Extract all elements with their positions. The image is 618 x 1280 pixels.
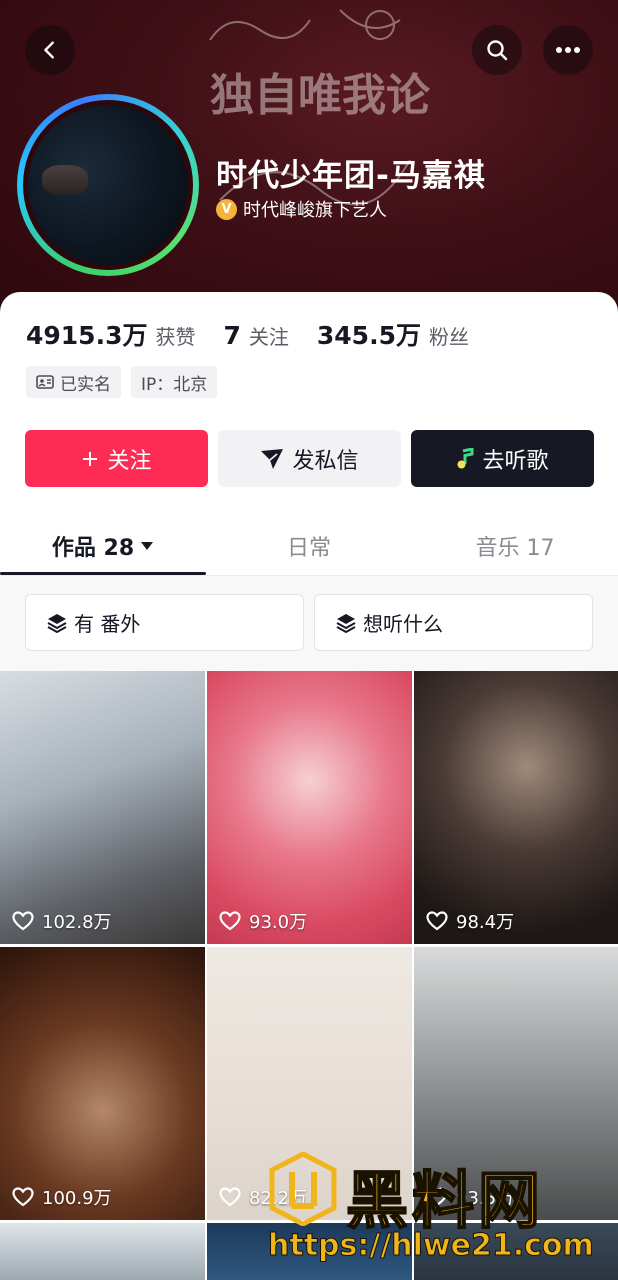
video-likes: 93.0万 (219, 908, 307, 934)
collection-chip-extras-label: 有 番外 (74, 612, 141, 636)
heart-icon (426, 911, 448, 931)
video-likes-count: 98.4万 (456, 912, 515, 933)
collection-chip-listen-label: 想听什么 (363, 612, 443, 636)
video-tile[interactable]: 93.0万 (207, 671, 412, 944)
heart-icon (12, 1187, 34, 1207)
video-tile[interactable] (0, 1223, 205, 1280)
profile-card: 4915.3万 获赞 7 关注 345.5万 粉丝 已实名 IP：北京 关注 发… (0, 292, 618, 1280)
video-likes: 100.9万 (12, 1184, 112, 1210)
music-note-icon (457, 447, 474, 468)
plus-icon (83, 451, 98, 466)
follow-button-label: 关注 (107, 448, 152, 474)
listen-music-button[interactable]: 去听歌 (411, 430, 594, 487)
profile-name: 时代少年团-马嘉祺 (216, 158, 486, 194)
heart-icon (219, 1187, 241, 1207)
followers-label[interactable]: 粉丝 (429, 321, 469, 350)
message-button[interactable]: 发私信 (218, 430, 401, 487)
heart-icon (12, 911, 34, 931)
video-tile[interactable]: 98.4万 (414, 671, 618, 944)
avatar-image (42, 165, 88, 195)
collection-chip-extras[interactable]: 有 番外 (25, 594, 304, 651)
likes-label: 获赞 (155, 325, 196, 349)
banner-art-text: 独自唯我论 (210, 70, 430, 121)
video-likes-count: 102.8万 (42, 912, 112, 933)
layers-icon (47, 613, 67, 633)
search-button[interactable] (472, 25, 522, 75)
profile-banner: 独自唯我论 时代少年团-马嘉祺 V 时代峰峻旗下艺人 (0, 0, 618, 320)
action-buttons: 关注 发私信 去听歌 (25, 430, 594, 487)
verified-icon: V (216, 198, 237, 220)
back-button[interactable] (25, 25, 75, 75)
layers-icon (336, 613, 356, 633)
video-likes: 102.8万 (12, 908, 112, 934)
ip-tag: IP：北京 (131, 366, 218, 398)
followers-count[interactable]: 345.5万 (317, 316, 421, 352)
heart-icon (219, 911, 241, 931)
stats-row: 4915.3万 获赞 7 关注 345.5万 粉丝 (26, 316, 489, 352)
more-icon (556, 47, 580, 53)
collection-chips: 有 番外 想听什么 (25, 594, 593, 651)
tab-daily[interactable]: 日常 (206, 516, 412, 576)
tab-music-label: 音乐 17 (475, 536, 555, 561)
ip-tag-label: IP：北京 (141, 374, 208, 395)
profile-tags: 已实名 IP：北京 (26, 366, 218, 398)
message-button-label: 发私信 (292, 448, 359, 474)
following-count[interactable]: 7 (223, 321, 240, 350)
listen-music-label: 去听歌 (482, 448, 549, 474)
collection-chips-area: 有 番外 想听什么 (0, 576, 618, 672)
tab-works[interactable]: 作品 28 (0, 516, 206, 576)
video-likes: 98.4万 (426, 908, 514, 934)
follow-button[interactable]: 关注 (25, 430, 208, 487)
likes-count: 4915.3万 (26, 321, 148, 350)
video-likes-count: 100.9万 (42, 1188, 112, 1209)
verification-text: 时代峰峻旗下艺人 (243, 200, 387, 221)
send-icon (261, 448, 284, 469)
id-card-icon (36, 375, 54, 389)
avatar (23, 100, 193, 270)
video-tile[interactable]: 100.9万 (0, 947, 205, 1220)
verification-row: V 时代峰峻旗下艺人 (216, 196, 387, 222)
verified-tag: 已实名 (26, 366, 121, 398)
video-tile[interactable]: 102.8万 (0, 671, 205, 944)
search-icon (487, 40, 508, 61)
tab-daily-label: 日常 (286, 536, 331, 561)
watermark-title: 黑料网 (345, 1163, 545, 1238)
video-likes-count: 93.0万 (249, 912, 308, 933)
avatar-ring[interactable] (17, 94, 199, 276)
watermark-url: https://hlwe21.com (268, 1228, 595, 1264)
content-tabs: 作品 28 日常 音乐 17 (0, 516, 618, 576)
chevron-left-icon (44, 41, 54, 59)
following-label[interactable]: 关注 (249, 321, 289, 350)
collection-chip-listen[interactable]: 想听什么 (314, 594, 593, 651)
watermark-logo-icon (269, 1152, 337, 1226)
tab-music[interactable]: 音乐 17 (412, 516, 618, 576)
verified-tag-label: 已实名 (60, 374, 111, 395)
caret-down-icon (141, 542, 154, 550)
more-button[interactable] (543, 25, 593, 75)
tab-works-label: 作品 28 (51, 536, 135, 561)
